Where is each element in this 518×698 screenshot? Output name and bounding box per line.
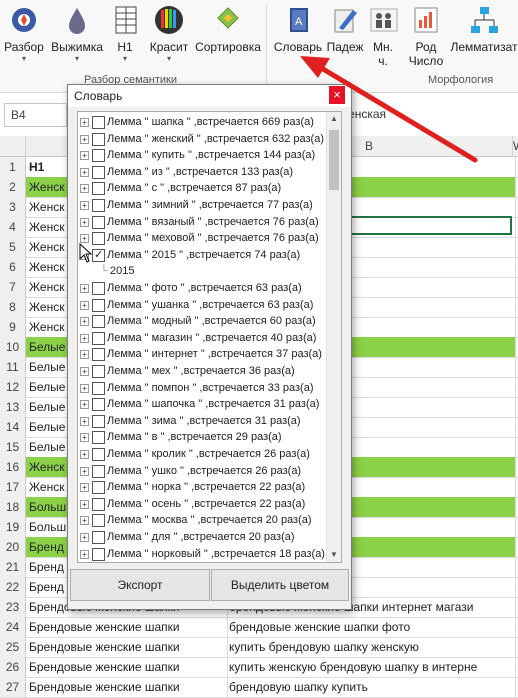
annotation-arrow	[300, 56, 478, 163]
mouse-cursor-icon	[79, 243, 93, 263]
